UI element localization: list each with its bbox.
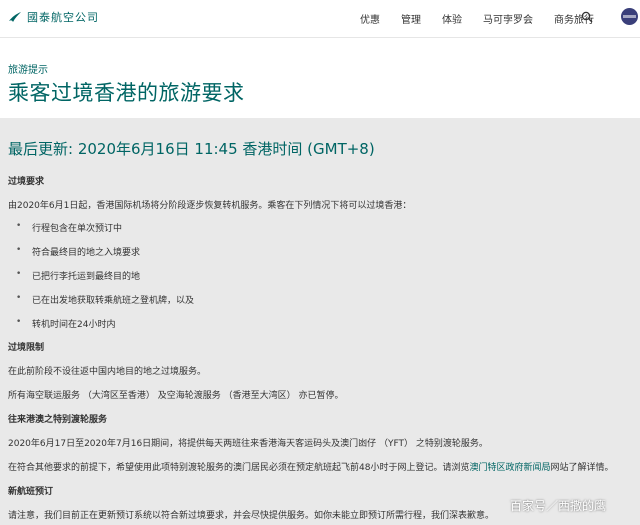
restrictions-p1: 在此前阶段不设往返中国内地目的地之过境服务。 [8, 367, 207, 377]
search-icon[interactable] [581, 11, 593, 23]
page-title: 乘客过境香港的旅游要求 [8, 81, 245, 105]
nav-offers[interactable]: 优惠 [360, 11, 380, 26]
ferry-p2-text: 在符合其他要求的前提下，希望使用此项特别渡轮服务的澳门居民必须在预定航班起飞前4… [8, 463, 470, 473]
ferry-p2: 在符合其他要求的前提下，希望使用此项特别渡轮服务的澳门居民必须在预定航班起飞前4… [8, 460, 614, 473]
section-heading-restrictions: 过境限制 [8, 343, 45, 353]
main-nav: 优惠 管理 体验 马可孛罗会 商务旅行 [339, 11, 594, 26]
breadcrumb[interactable]: 旅游提示 [8, 61, 48, 76]
list-item: 行程包含在单次预订中 [16, 221, 122, 234]
brushwing-logo-icon [9, 12, 21, 22]
list-item: 已把行李托运到最终目的地 [16, 269, 140, 282]
ferry-p2-end: 网站了解详情。 [550, 463, 614, 473]
section-heading-transit: 过境要求 [8, 177, 45, 187]
nav-experience[interactable]: 体验 [442, 11, 462, 26]
article-content: 最后更新: 2020年6月16日 11:45 香港时间 (GMT+8) 过境要求… [0, 118, 640, 525]
list-item: 符合最终目的地之入境要求 [16, 245, 140, 258]
nav-marco-polo[interactable]: 马可孛罗会 [483, 11, 533, 26]
watermark: 百家号／西撒的鹰 [510, 499, 607, 513]
cathay-logo[interactable]: 國泰航空公司 [8, 9, 99, 25]
macao-gcs-link[interactable]: 澳门特区政府新闻局 [469, 463, 550, 473]
list-item: 转机时间在24小时内 [16, 317, 116, 330]
transit-intro: 由2020年6月1日起，香港国际机场将分阶段逐步恢复转机服务。乘客在下列情况下将… [8, 201, 412, 211]
account-avatar[interactable] [621, 8, 638, 25]
section-heading-ferry: 往来港澳之特别渡轮服务 [8, 415, 108, 425]
section-heading-booking: 新航班预订 [8, 487, 54, 497]
logo-text: 國泰航空公司 [27, 11, 99, 24]
restrictions-p2: 所有海空联运服务 （大湾区至香港） 及空海轮渡服务 （香港至大湾区） 亦已暂停。 [8, 391, 344, 401]
top-nav-bar: 國泰航空公司 优惠 管理 体验 马可孛罗会 商务旅行 [0, 0, 640, 38]
nav-manage[interactable]: 管理 [401, 11, 421, 26]
last-updated: 最后更新: 2020年6月16日 11:45 香港时间 (GMT+8) [8, 140, 375, 158]
list-item: 已在出发地获取转乘航班之登机牌，以及 [16, 293, 194, 306]
page-title-band: 旅游提示 乘客过境香港的旅游要求 [0, 39, 640, 118]
ferry-p1: 2020年6月17日至2020年7月16日期间，将提供每天两班往来香港海天客运码… [8, 439, 488, 449]
booking-p1: 请注意，我们目前正在更新预订系统以符合新过境要求，并会尽快提供服务。如你未能立即… [8, 511, 495, 521]
